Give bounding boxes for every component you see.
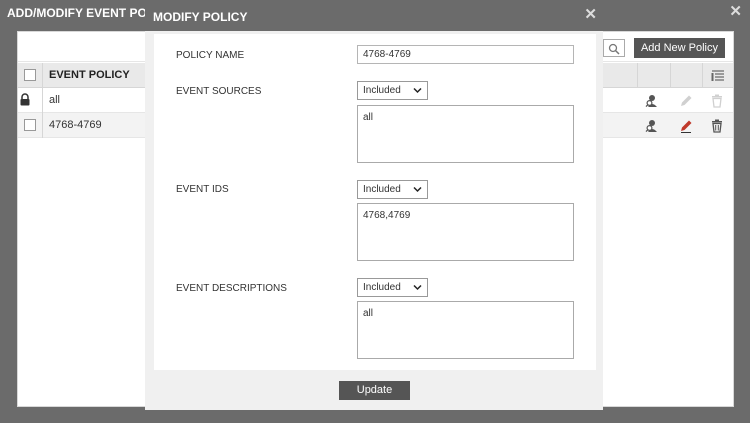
lock-icon	[20, 93, 30, 106]
user-search-icon[interactable]	[645, 118, 661, 134]
event-sources-mode-select[interactable]: Included	[357, 81, 428, 100]
policy-name-label: POLICY NAME	[176, 50, 245, 61]
pencil-icon[interactable]	[678, 118, 694, 134]
column-settings-icon[interactable]	[710, 68, 726, 84]
trash-icon[interactable]	[709, 118, 725, 134]
event-descriptions-textarea[interactable]: all	[357, 301, 574, 359]
modify-policy-modal: MODIFY POLICY ✕ POLICY NAME 4768-4769 EV…	[145, 3, 603, 410]
event-ids-textarea[interactable]: 4768,4769	[357, 203, 574, 261]
policy-name-cell: 4768-4769	[49, 119, 102, 131]
event-ids-mode-select[interactable]: Included	[357, 180, 428, 199]
update-button[interactable]: Update	[339, 381, 410, 400]
row-checkbox[interactable]	[24, 119, 36, 131]
chevron-down-icon	[413, 87, 422, 94]
modal-footer: Update	[145, 372, 603, 410]
policy-name-input[interactable]: 4768-4769	[357, 45, 574, 64]
event-ids-mode-value: Included	[363, 184, 401, 195]
search-button[interactable]	[603, 39, 625, 57]
pencil-icon	[681, 95, 692, 106]
event-sources-textarea[interactable]: all	[357, 105, 574, 163]
search-icon	[608, 43, 620, 55]
close-icon[interactable]: ✕	[584, 7, 597, 23]
modal-form: POLICY NAME 4768-4769 EVENT SOURCES Incl…	[154, 34, 596, 370]
event-sources-mode-value: Included	[363, 85, 401, 96]
event-descriptions-mode-select[interactable]: Included	[357, 278, 428, 297]
event-descriptions-mode-value: Included	[363, 282, 401, 293]
background-close-icon[interactable]: ✕	[729, 4, 742, 20]
chevron-down-icon	[413, 186, 422, 193]
policy-name-cell: all	[49, 94, 61, 106]
user-search-icon[interactable]	[645, 93, 661, 109]
event-ids-label: EVENT IDS	[176, 184, 229, 195]
column-header-event-policy: EVENT POLICY	[49, 69, 130, 81]
event-descriptions-label: EVENT DESCRIPTIONS	[176, 283, 287, 294]
chevron-down-icon	[413, 284, 422, 291]
add-new-policy-button[interactable]: Add New Policy	[634, 38, 725, 58]
modal-title: MODIFY POLICY	[153, 10, 248, 24]
event-sources-label: EVENT SOURCES	[176, 86, 262, 97]
select-all-checkbox[interactable]	[24, 69, 36, 81]
trash-icon	[712, 94, 722, 108]
modal-header: MODIFY POLICY ✕	[145, 3, 603, 31]
